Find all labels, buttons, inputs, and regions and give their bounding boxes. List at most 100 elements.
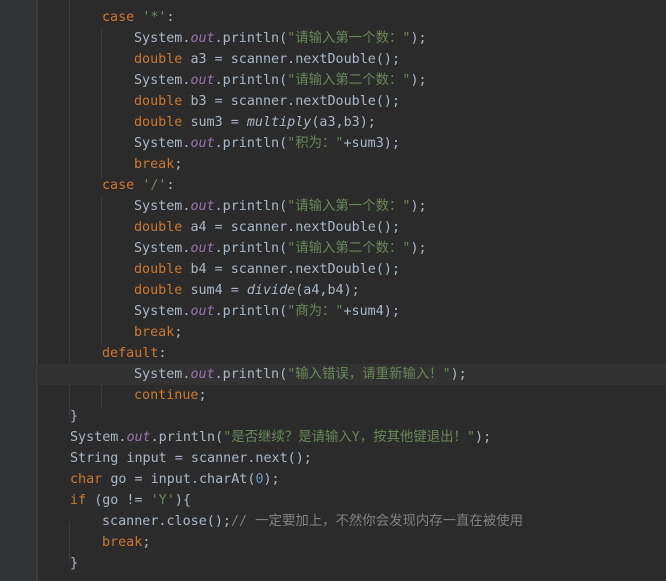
code-text: double a4 = scanner.nextDouble(); [134, 217, 400, 238]
code-line[interactable]: double a4 = scanner.nextDouble(); [37, 217, 666, 238]
code-token: ); [410, 31, 427, 46]
code-token: out [190, 241, 215, 256]
code-token: : [158, 346, 167, 361]
code-token: ; [174, 325, 183, 340]
code-token: (go != [94, 493, 151, 508]
code-line[interactable]: break; [37, 532, 666, 553]
code-token: sum4 = [190, 283, 247, 298]
code-editor[interactable]: case '*': System.out.println("请输入第一个数：");… [37, 0, 666, 581]
code-line[interactable]: case '*': [37, 7, 666, 28]
code-token: System. [134, 199, 191, 214]
line-number-gutter[interactable] [0, 0, 37, 581]
code-text: System.out.println("请输入第一个数："); [134, 196, 427, 217]
code-token: double [134, 115, 191, 130]
code-token: ; [142, 535, 151, 550]
code-token: out [190, 73, 215, 88]
code-token: "积为：" [287, 136, 344, 151]
code-token: a3 = scanner.nextDouble(); [190, 52, 401, 67]
code-text: if (go != 'Y'){ [70, 490, 191, 511]
code-line[interactable]: double sum4 = divide(a4,b4); [37, 280, 666, 301]
code-token: '*' [142, 10, 167, 25]
code-text: System.out.println("请输入第二个数："); [134, 238, 427, 259]
code-line[interactable]: System.out.println("请输入第二个数："); [37, 238, 666, 259]
code-text: } [70, 553, 78, 574]
code-line[interactable]: System.out.println("请输入第一个数："); [37, 196, 666, 217]
code-token: out [190, 367, 215, 382]
code-line[interactable]: } [37, 406, 666, 427]
code-line[interactable]: break; [37, 322, 666, 343]
code-token: "请输入第二个数：" [287, 73, 411, 88]
code-token: } [70, 556, 79, 571]
code-text: System.out.println("是否继续？是请输入Y，按其他键退出！")… [70, 427, 491, 448]
code-token: break [134, 157, 175, 172]
code-line[interactable]: System.out.println("请输入第一个数："); [37, 28, 666, 49]
code-token: double [134, 94, 191, 109]
code-token: System. [134, 367, 191, 382]
code-token: (a3,b3); [311, 115, 376, 130]
code-token: out [190, 304, 215, 319]
code-token: "请输入第一个数：" [287, 199, 411, 214]
code-line[interactable]: case '/': [37, 175, 666, 196]
code-token: .println( [214, 199, 288, 214]
code-token: .println( [214, 367, 288, 382]
code-token: .println( [214, 73, 288, 88]
code-token: break [102, 535, 143, 550]
code-token: ); [475, 430, 492, 445]
code-line[interactable]: scanner.close();// 一定要加上，不然你会发现内存一直在被使用 [37, 511, 666, 532]
code-token: "商为：" [287, 304, 344, 319]
code-token: .println( [214, 31, 288, 46]
code-line[interactable]: double b4 = scanner.nextDouble(); [37, 259, 666, 280]
code-text: char go = input.charAt(0); [70, 469, 280, 490]
code-token: '/' [142, 178, 167, 193]
code-line[interactable]: double sum3 = multiply(a3,b3); [37, 112, 666, 133]
code-token: sum3 = [190, 115, 247, 130]
code-text: case '/': [102, 175, 175, 196]
code-token: break [134, 325, 175, 340]
code-text: } [70, 406, 78, 427]
code-token: } [70, 409, 79, 424]
code-line[interactable]: System.out.println("商为："+sum4); [37, 301, 666, 322]
code-line[interactable]: double a3 = scanner.nextDouble(); [37, 49, 666, 70]
code-line[interactable]: break; [37, 154, 666, 175]
code-token: String input = scanner.next(); [70, 451, 312, 466]
code-token: System. [70, 430, 127, 445]
code-token: ); [450, 367, 467, 382]
code-token: continue [134, 388, 199, 403]
code-line-current[interactable]: System.out.println("输入错误，请重新输入！"); [37, 364, 666, 385]
code-line[interactable]: continue; [37, 385, 666, 406]
code-token: a4 = scanner.nextDouble(); [190, 220, 401, 235]
code-line[interactable]: default: [37, 343, 666, 364]
code-line[interactable]: System.out.println("积为："+sum3); [37, 133, 666, 154]
code-token: default [102, 346, 159, 361]
code-line[interactable]: } [37, 553, 666, 574]
code-line[interactable]: System.out.println("请输入第二个数："); [37, 70, 666, 91]
code-text: String input = scanner.next(); [70, 448, 312, 469]
code-text: default: [102, 343, 167, 364]
code-token: System. [134, 304, 191, 319]
code-token: +sum4); [343, 304, 400, 319]
code-token: case [102, 10, 143, 25]
code-token: (a4,b4); [295, 283, 360, 298]
code-text: double b3 = scanner.nextDouble(); [134, 91, 400, 112]
code-token: scanner.close(); [102, 514, 231, 529]
code-token: System. [134, 31, 191, 46]
code-token: double [134, 262, 191, 277]
code-token: out [190, 136, 215, 151]
code-token: "输入错误，请重新输入！" [287, 367, 451, 382]
code-token: case [102, 178, 143, 193]
code-token: double [134, 52, 191, 67]
code-token: +sum3); [343, 136, 400, 151]
code-text: break; [134, 322, 182, 343]
code-token: out [190, 199, 215, 214]
code-token: .println( [150, 430, 224, 445]
code-text: System.out.println("商为："+sum4); [134, 301, 400, 322]
code-line[interactable]: String input = scanner.next(); [37, 448, 666, 469]
code-line[interactable]: System.out.println("是否继续？是请输入Y，按其他键退出！")… [37, 427, 666, 448]
code-line[interactable]: if (go != 'Y'){ [37, 490, 666, 511]
code-token: ); [263, 472, 280, 487]
code-line[interactable]: char go = input.charAt(0); [37, 469, 666, 490]
code-token: out [126, 430, 151, 445]
code-token: ); [410, 73, 427, 88]
code-text: System.out.println("积为："+sum3); [134, 133, 400, 154]
code-line[interactable]: double b3 = scanner.nextDouble(); [37, 91, 666, 112]
